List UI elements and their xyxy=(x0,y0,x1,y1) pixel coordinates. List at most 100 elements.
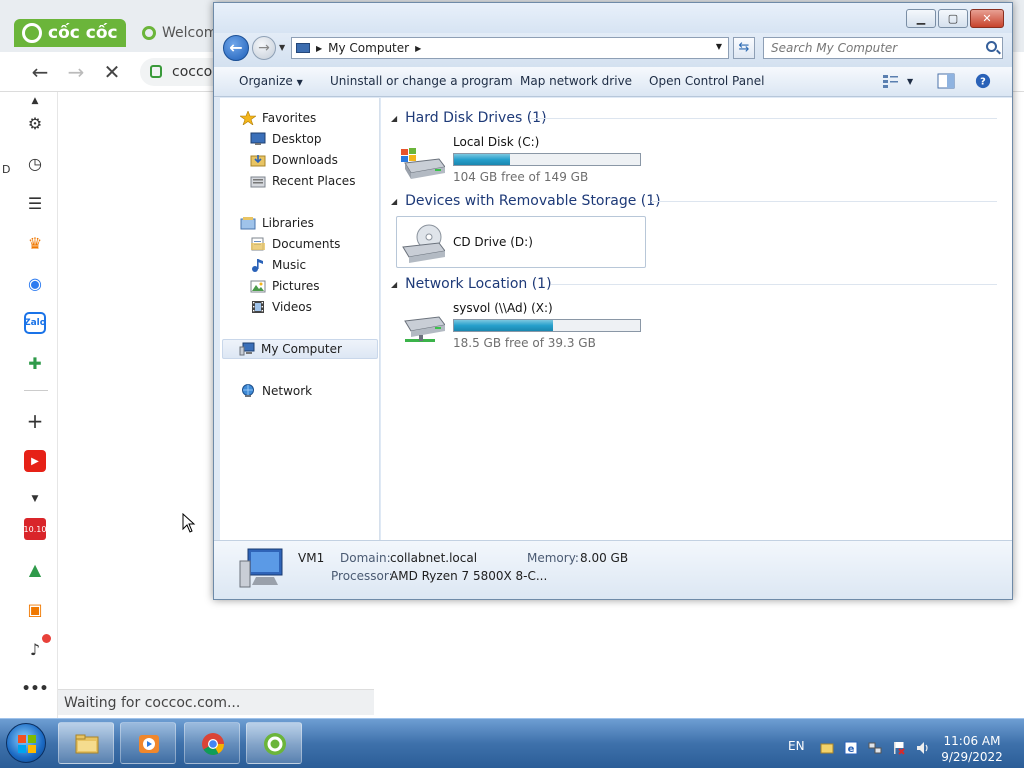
coccoc-favicon-icon xyxy=(142,26,156,40)
refresh-button[interactable]: ⇆ xyxy=(733,37,755,59)
nav-favorites[interactable]: Favorites xyxy=(240,108,316,128)
map-network-drive-button[interactable]: Map network drive xyxy=(520,74,632,88)
volume-icon[interactable] xyxy=(916,741,930,755)
messenger-icon[interactable]: ◉ xyxy=(24,272,46,294)
browser-tab-title: Welcom xyxy=(162,25,218,41)
collapse-triangle-icon[interactable]: ◢ xyxy=(391,197,397,206)
network-drive-icon xyxy=(404,316,445,342)
history-icon[interactable]: ◷ xyxy=(24,152,46,174)
nav-network[interactable]: Network xyxy=(240,381,312,401)
breadcrumb-my-computer[interactable]: My Computer xyxy=(328,41,409,55)
gear-icon[interactable]: ⚙ xyxy=(24,112,46,134)
recent-pages-dropdown-icon[interactable]: ▼ xyxy=(279,43,285,52)
taskbar-explorer[interactable] xyxy=(58,722,114,764)
collapse-triangle-icon[interactable]: ◢ xyxy=(391,114,397,123)
uninstall-program-button[interactable]: Uninstall or change a program xyxy=(330,74,513,88)
network-globe-icon xyxy=(242,384,254,397)
chevron-down-icon[interactable]: ▼ xyxy=(24,488,46,510)
nav-documents[interactable]: Documents xyxy=(250,234,340,254)
nav-my-computer[interactable]: My Computer xyxy=(222,339,378,359)
change-view-icon[interactable] xyxy=(882,73,900,89)
nav-videos[interactable]: Videos xyxy=(250,297,312,317)
language-indicator[interactable]: EN xyxy=(788,739,805,753)
notification-dot xyxy=(42,634,51,643)
taskbar: EN e 11:06 AM 9/29/2022 xyxy=(0,718,1024,768)
media-player-icon xyxy=(139,735,159,753)
gamepad-icon[interactable]: ✚ xyxy=(24,352,46,374)
stop-loading-icon[interactable]: ✕ xyxy=(100,60,124,84)
address-dropdown-icon[interactable]: ▼ xyxy=(716,42,722,51)
taskbar-media-player[interactable] xyxy=(120,722,176,764)
cd-drive-icon xyxy=(402,224,445,263)
open-control-panel-button[interactable]: Open Control Panel xyxy=(649,74,764,88)
drive-free-space: 104 GB free of 149 GB xyxy=(453,170,589,184)
network-tray-icon[interactable] xyxy=(868,741,882,755)
browser-tab-welcome[interactable]: Welcom xyxy=(132,19,222,47)
nav-libraries[interactable]: Libraries xyxy=(240,213,314,233)
search-icon[interactable] xyxy=(986,41,997,52)
window-title-bar[interactable]: ▁ ▢ ✕ xyxy=(214,3,1012,33)
nav-pictures[interactable]: Pictures xyxy=(250,276,320,296)
zalo-icon[interactable]: Zalo xyxy=(24,312,46,334)
nav-downloads[interactable]: Downloads xyxy=(250,150,338,170)
graduation-cap-icon[interactable]: ▲ xyxy=(24,558,46,580)
recent-places-icon xyxy=(250,176,266,188)
breadcrumb-arrow-icon[interactable]: ▶ xyxy=(316,44,322,53)
nav-recent-places[interactable]: Recent Places xyxy=(250,171,355,191)
shopping-cart-icon[interactable]: ▣ xyxy=(24,598,46,620)
memory-label: Memory: xyxy=(527,551,579,565)
forward-arrow-icon[interactable]: → xyxy=(64,60,88,84)
computer-icon xyxy=(296,43,310,53)
processor-label: Processor: xyxy=(331,569,393,583)
group-header-hard-disk-drives[interactable]: ◢ Hard Disk Drives (1) xyxy=(391,108,547,128)
search-input[interactable]: Search My Computer xyxy=(763,37,1003,59)
back-arrow-icon[interactable]: ← xyxy=(28,60,52,84)
add-icon[interactable]: + xyxy=(24,409,46,433)
system-clock[interactable]: 11:06 AM 9/29/2022 xyxy=(940,733,1004,765)
processor-value: AMD Ryzen 7 5800X 8-C... xyxy=(390,569,548,583)
music-note-icon xyxy=(252,259,263,272)
drive-usage-bar xyxy=(453,319,641,332)
close-button[interactable]: ✕ xyxy=(970,9,1004,28)
svg-text:e: e xyxy=(848,744,855,755)
breadcrumb-arrow-icon[interactable]: ▶ xyxy=(415,44,421,53)
drive-free-space: 18.5 GB free of 39.3 GB xyxy=(453,336,596,350)
preview-pane-icon[interactable] xyxy=(937,73,955,89)
more-options-icon[interactable]: ••• xyxy=(22,678,49,700)
back-button[interactable]: ← xyxy=(223,35,249,61)
view-options-dropdown-icon[interactable]: ▼ xyxy=(907,77,913,86)
crown-icon[interactable]: ♛ xyxy=(24,232,46,254)
drive-name: Local Disk (C:) xyxy=(453,135,540,149)
youtube-icon[interactable]: ▶ xyxy=(24,450,46,472)
ie-icon[interactable]: e xyxy=(844,741,858,755)
sale-1010-icon[interactable]: 10.10 xyxy=(24,518,46,540)
domain-value: collabnet.local xyxy=(390,551,478,565)
taskbar-chrome[interactable] xyxy=(184,722,240,764)
reading-list-icon[interactable]: ☰ xyxy=(24,192,46,214)
group-header-network-location[interactable]: ◢ Network Location (1) xyxy=(391,274,552,294)
action-center-icon[interactable] xyxy=(820,741,834,755)
explorer-window: ▁ ▢ ✕ ← → ▼ ▶ My Computer ▶ ▼ ⇆ Search M… xyxy=(213,2,1013,600)
chevron-up-icon[interactable]: ▲ xyxy=(24,96,46,106)
film-strip-icon xyxy=(252,301,264,313)
drive-name: CD Drive (D:) xyxy=(453,235,533,249)
minimize-button[interactable]: ▁ xyxy=(906,9,936,28)
drive-cd-d[interactable]: CD Drive (D:) xyxy=(396,216,646,268)
organize-button[interactable]: Organize ▼ xyxy=(239,74,303,88)
start-button[interactable] xyxy=(6,723,46,763)
address-breadcrumb[interactable]: ▶ My Computer ▶ ▼ xyxy=(291,37,729,59)
help-icon[interactable]: ? xyxy=(974,73,992,89)
nav-desktop[interactable]: Desktop xyxy=(250,129,322,149)
nav-music[interactable]: Music xyxy=(250,255,306,275)
group-header-removable-storage[interactable]: ◢ Devices with Removable Storage (1) xyxy=(391,191,661,211)
coccoc-logo-tab[interactable]: cốc cốc xyxy=(14,19,126,47)
collapse-triangle-icon[interactable]: ◢ xyxy=(391,280,397,289)
drive-sysvol-x[interactable]: sysvol (\\Ad) (X:) 18.5 GB free of 39.3 … xyxy=(397,301,647,353)
windows-logo-icon xyxy=(18,735,36,753)
forward-button[interactable]: → xyxy=(252,36,276,60)
taskbar-coccoc[interactable] xyxy=(246,722,302,764)
maximize-button[interactable]: ▢ xyxy=(938,9,968,28)
pictures-icon xyxy=(250,280,266,293)
flag-warning-icon[interactable] xyxy=(892,741,906,755)
drive-local-disk-c[interactable]: Local Disk (C:) 104 GB free of 149 GB xyxy=(397,135,647,187)
